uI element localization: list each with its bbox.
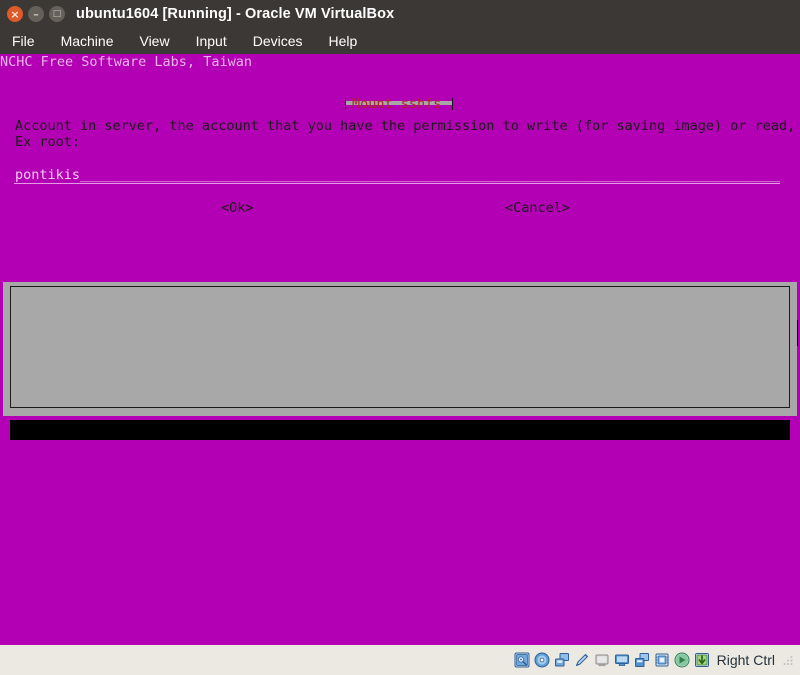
host-key-icon[interactable] (694, 652, 710, 668)
minimize-button[interactable]: – (28, 6, 44, 22)
window-controls: × – □ (0, 6, 65, 22)
window-title: ubuntu1604 [Running] - Oracle VM Virtual… (76, 6, 395, 22)
dialog-border (10, 286, 790, 408)
menu-item-input[interactable]: Input (196, 33, 240, 49)
menubar: File Machine View Input Devices Help (0, 28, 800, 54)
maximize-button[interactable]: □ (49, 6, 65, 22)
account-input-underline (14, 183, 780, 184)
mount-sshfs-dialog (3, 282, 797, 416)
dialog-title-tick-left (345, 98, 346, 110)
virtualbox-window: × – □ ubuntu1604 [Running] - Oracle VM V… (0, 0, 800, 675)
close-icon: × (10, 7, 20, 21)
host-key-label: Right Ctrl (716, 652, 775, 668)
dialog-prompt-line-1: Account in server, the account that you … (15, 118, 796, 134)
minimize-icon: – (33, 7, 39, 21)
mouse-integration-icon[interactable] (674, 652, 690, 668)
maximize-icon: □ (52, 8, 62, 19)
close-button[interactable]: × (7, 6, 23, 22)
console-black-band (10, 420, 790, 440)
statusbar: Right Ctrl (0, 645, 800, 675)
menu-item-file[interactable]: File (12, 33, 48, 49)
menu-item-help[interactable]: Help (329, 33, 371, 49)
console-banner-text: NCHC Free Software Labs, Taiwan (0, 54, 252, 70)
statusbar-icons (514, 652, 710, 668)
hard-disk-icon[interactable] (514, 652, 530, 668)
audio-icon[interactable] (574, 652, 590, 668)
dialog-prompt-line-2: Ex root: (15, 134, 81, 150)
guest-screen[interactable]: NCHC Free Software Labs, Taiwan Mount ss… (0, 54, 800, 645)
dialog-title-tick-right (452, 98, 453, 110)
menu-item-machine[interactable]: Machine (61, 33, 127, 49)
cancel-button[interactable]: <Cancel> (505, 200, 570, 216)
usb-icon[interactable] (654, 652, 670, 668)
window-titlebar: × – □ ubuntu1604 [Running] - Oracle VM V… (0, 0, 800, 28)
account-input-value: pontikis________________________________… (15, 167, 780, 183)
display-icon[interactable] (614, 652, 630, 668)
resize-grip-icon[interactable] (781, 654, 794, 667)
dialog-title: Mount sshfs (352, 96, 442, 112)
network-icon[interactable] (594, 652, 610, 668)
floppy-disk-icon[interactable] (554, 652, 570, 668)
optical-disk-icon[interactable] (534, 652, 550, 668)
menu-item-view[interactable]: View (139, 33, 182, 49)
account-input[interactable]: pontikis________________________________… (14, 167, 780, 184)
shared-folders-icon[interactable] (634, 652, 650, 668)
menu-item-devices[interactable]: Devices (253, 33, 316, 49)
ok-button[interactable]: <Ok> (221, 200, 254, 216)
